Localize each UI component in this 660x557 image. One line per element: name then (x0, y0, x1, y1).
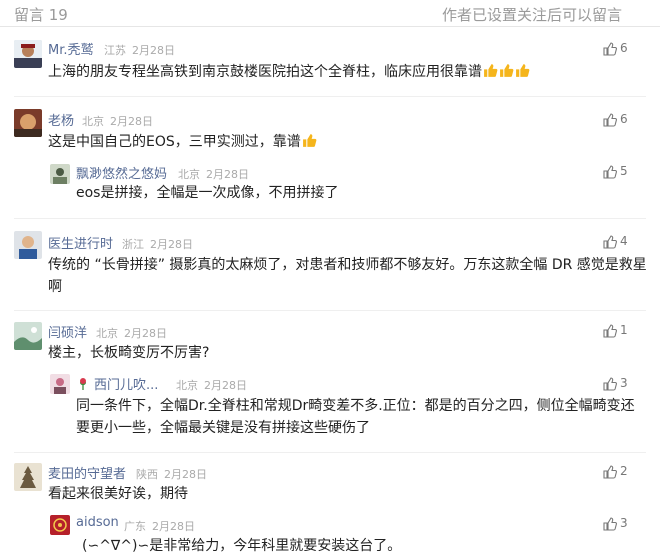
avatar[interactable] (14, 322, 42, 350)
header-divider (0, 26, 660, 27)
comment-meta: 浙江 2月28日 (122, 238, 193, 251)
comments-header: 留言 19 作者已设置关注后可以留言 (0, 0, 660, 27)
reply-meta: 北京 2月28日 (176, 379, 247, 392)
comment-text: 这是中国自己的EOS，三甲实测过，靠谱 (48, 131, 317, 153)
like-button[interactable]: 3 (603, 516, 643, 532)
thumbs-up-icon (603, 465, 617, 479)
like-button[interactable]: 1 (603, 323, 643, 339)
like-button[interactable]: 4 (603, 234, 643, 250)
comment-divider (14, 96, 646, 97)
follow-notice: 作者已设置关注后可以留言 (441, 6, 622, 24)
reply-text: (∽^∇^)∽是非常给力，今年科里就要安装这台了。 (82, 538, 402, 554)
comment-count-label: 留言 19 (14, 6, 68, 24)
thumbs-up-emoji-icon (484, 64, 498, 77)
comment-author[interactable]: 麦田的守望者 (48, 463, 126, 482)
comment-author[interactable]: 闫硕洋 (48, 322, 87, 341)
comment-divider (14, 218, 646, 219)
thumbs-up-icon (603, 517, 617, 531)
thumbs-up-icon (603, 113, 617, 127)
comment-meta: 北京 2月28日 (96, 327, 167, 340)
thumbs-up-icon (603, 165, 617, 179)
thumbs-up-icon (603, 377, 617, 391)
reply-author[interactable]: 飘渺悠然之悠妈 (76, 163, 167, 182)
comment-author[interactable]: Mr.秃鹫 (48, 39, 94, 58)
comment-text: 看起来很美好诶，期待 (48, 486, 188, 502)
like-button[interactable]: 3 (603, 376, 643, 392)
comment-meta: 北京 2月28日 (82, 115, 153, 128)
thumbs-up-emoji-icon (516, 64, 530, 77)
thumbs-up-icon (603, 324, 617, 338)
reply-avatar[interactable] (50, 515, 70, 535)
like-button[interactable]: 2 (603, 464, 643, 480)
reply-meta: 广东 2月28日 (124, 520, 195, 533)
avatar[interactable] (14, 109, 42, 137)
reply-avatar[interactable] (50, 164, 70, 184)
comment-text: 楼主，长板畸变厉不厉害? (48, 345, 210, 361)
thumbs-up-emoji-icon (500, 64, 514, 77)
comment-meta: 江苏 2月28日 (104, 44, 175, 57)
like-button[interactable]: 5 (603, 164, 643, 180)
reply-meta: 北京 2月28日 (178, 168, 249, 181)
comment-text: 上海的朋友专程坐高铁到南京鼓楼医院拍这个全脊柱，临床应用很靠谱 (48, 61, 530, 83)
like-button[interactable]: 6 (603, 41, 643, 57)
reply-author[interactable]: aidson (76, 515, 119, 530)
reply-text: eos是拼接，全幅是一次成像，不用拼接了 (76, 185, 339, 201)
comment-author[interactable]: 老杨 (48, 110, 74, 129)
rose-emoji-icon (80, 378, 86, 390)
comment-author[interactable]: 医生进行时 (48, 233, 113, 252)
reply-avatar[interactable] (50, 374, 70, 394)
reply-author[interactable]: 西门儿吹... (76, 374, 158, 393)
avatar[interactable] (14, 463, 42, 491)
comment-meta: 陕西 2月28日 (136, 468, 207, 481)
avatar[interactable] (14, 231, 42, 259)
thumbs-up-icon (603, 42, 617, 56)
thumbs-up-emoji-icon (302, 134, 317, 147)
reply-text: 同一条件下，全幅Dr.全脊柱和常规Dr畸变差不多.正位：都是的百分之四，侧位全幅… (76, 398, 635, 436)
comment-divider (14, 310, 646, 311)
avatar[interactable] (14, 40, 42, 68)
comment-text: 传统的 “长骨拼接” 摄影真的太麻烦了，对患者和技师都不够友好。万东这款全幅 D… (48, 257, 647, 295)
like-button[interactable]: 6 (603, 112, 643, 128)
thumbs-up-icon (603, 235, 617, 249)
comment-divider (14, 452, 646, 453)
